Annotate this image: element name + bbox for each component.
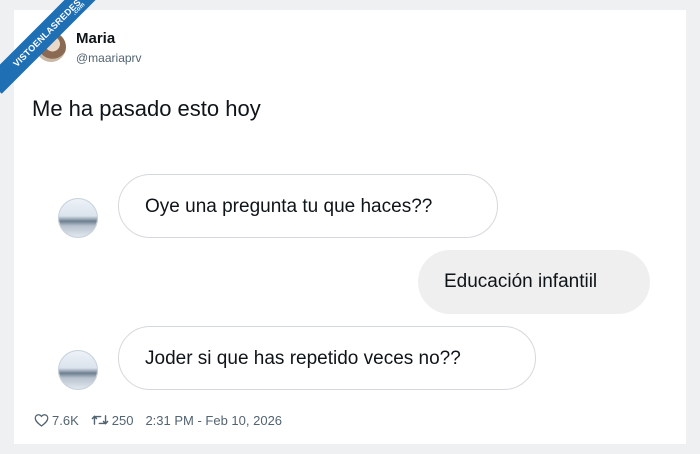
retweet-count: 250 [111,412,134,428]
author-name[interactable]: Maria [76,30,115,47]
heart-icon [34,414,49,427]
tweet-card: Maria @maariaprv Me ha pasado esto hoy O… [14,10,686,444]
retweet-action[interactable]: 250 [91,412,134,428]
message-bubble-incoming: Joder si que has repetido veces no?? [118,326,536,390]
chat-avatar [58,198,98,238]
author-handle[interactable]: @maariaprv [76,51,142,65]
chat-avatar [58,350,98,390]
tweet-text: Me ha pasado esto hoy [32,96,261,121]
retweet-icon [91,415,109,425]
message-bubble-incoming: Oye una pregunta tu que haces?? [118,174,498,238]
like-action[interactable]: 7.6K [34,413,79,428]
tweet-footer: 7.6K 250 2:31 PM - Feb 10, 2026 [34,410,294,430]
timestamp[interactable]: 2:31 PM - Feb 10, 2026 [145,413,282,428]
message-bubble-outgoing: Educación infantiil [418,250,650,314]
like-count: 7.6K [52,412,79,428]
